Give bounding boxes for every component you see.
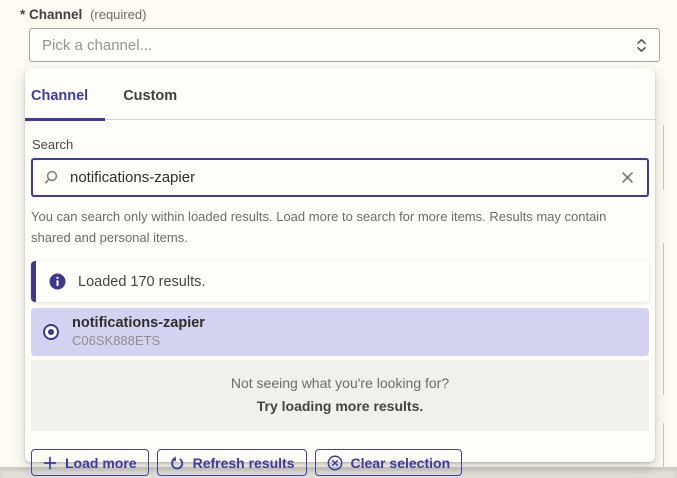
load-more-button[interactable]: Load more bbox=[31, 449, 149, 476]
field-label-row: * Channel (required) bbox=[20, 7, 146, 22]
result-title: notifications-zapier bbox=[72, 315, 205, 332]
search-icon bbox=[44, 170, 59, 185]
channel-dropdown-panel: Channel Custom Search You can search onl… bbox=[25, 68, 655, 462]
select-placeholder: Pick a channel... bbox=[42, 37, 152, 54]
refresh-icon bbox=[169, 455, 185, 471]
search-input[interactable] bbox=[68, 168, 619, 187]
clear-circle-icon bbox=[327, 455, 343, 471]
chevron-updown-icon bbox=[636, 37, 647, 54]
info-banner-text: Loaded 170 results. bbox=[78, 274, 205, 290]
search-helper-text: You can search only within loaded result… bbox=[31, 206, 645, 248]
required-note: (required) bbox=[90, 7, 146, 22]
empty-hint-question: Not seeing what you're looking for? bbox=[41, 375, 639, 391]
close-icon[interactable] bbox=[619, 169, 636, 186]
info-banner: Loaded 170 results. bbox=[31, 261, 649, 302]
search-input-wrap bbox=[31, 158, 649, 197]
channel-select[interactable]: Pick a channel... bbox=[29, 28, 660, 62]
background-field-edge bbox=[663, 125, 664, 190]
clear-selection-label: Clear selection bbox=[351, 455, 451, 471]
empty-hint-suggestion: Try loading more results. bbox=[41, 398, 639, 414]
clear-selection-button[interactable]: Clear selection bbox=[315, 449, 463, 476]
background-field-edge bbox=[663, 243, 664, 395]
field-label: Channel bbox=[29, 7, 82, 22]
background-field-edge bbox=[663, 423, 664, 467]
plus-icon bbox=[43, 456, 57, 470]
panel-content: Search You can search only within loaded… bbox=[25, 137, 655, 476]
refresh-results-button[interactable]: Refresh results bbox=[157, 449, 307, 476]
tab-channel[interactable]: Channel bbox=[25, 88, 105, 121]
load-more-label: Load more bbox=[65, 455, 137, 471]
result-row-selected[interactable]: notifications-zapier C06SK888ETS bbox=[31, 308, 649, 356]
search-label: Search bbox=[32, 137, 649, 152]
result-subtitle: C06SK888ETS bbox=[72, 333, 205, 349]
required-marker: * bbox=[20, 7, 25, 22]
tab-custom[interactable]: Custom bbox=[123, 88, 194, 121]
empty-hint-block: Not seeing what you're looking for? Try … bbox=[31, 360, 649, 431]
radio-selected-icon[interactable] bbox=[43, 324, 59, 340]
info-icon bbox=[49, 273, 66, 290]
result-texts: notifications-zapier C06SK888ETS bbox=[72, 315, 205, 349]
tabs-row: Channel Custom bbox=[25, 68, 655, 120]
actions-row: Load more Refresh results bbox=[31, 449, 649, 476]
refresh-results-label: Refresh results bbox=[193, 455, 295, 471]
